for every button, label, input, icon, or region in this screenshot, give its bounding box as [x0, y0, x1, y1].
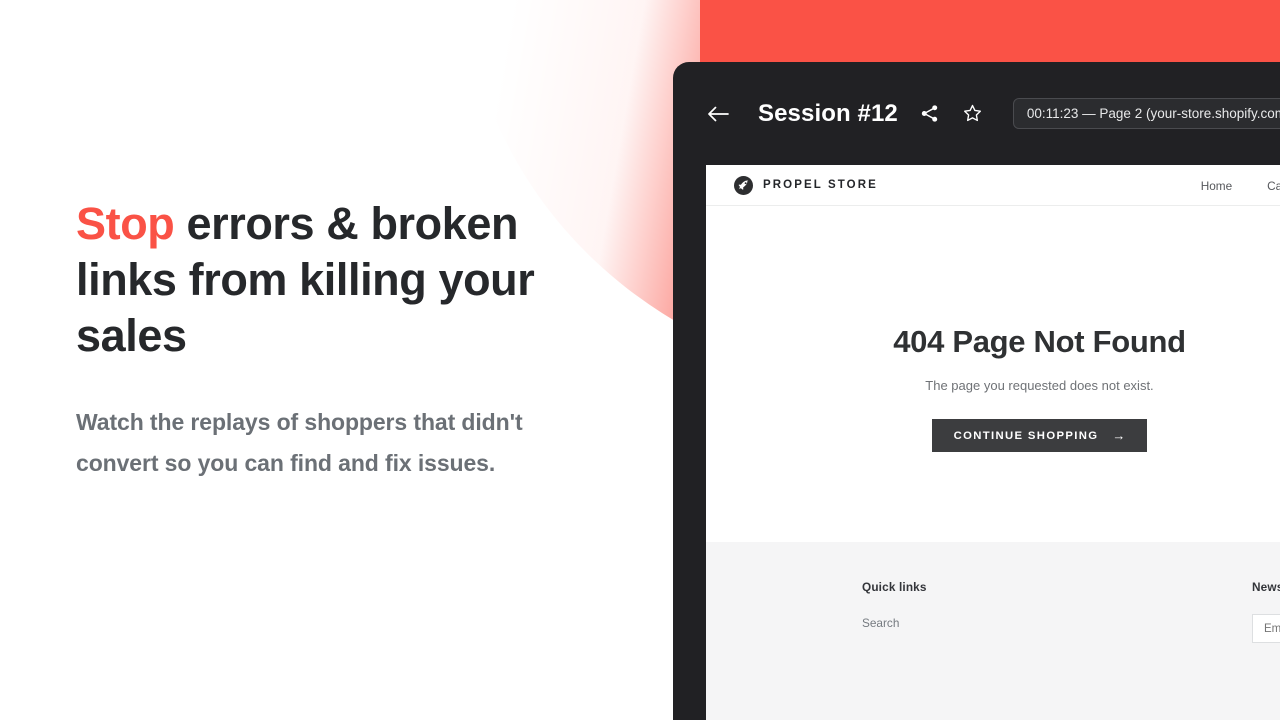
footer-quick-links-column: Quick links Search: [862, 580, 1252, 630]
marketing-subcopy: Watch the replays of shoppers that didn'…: [76, 409, 523, 476]
continue-shopping-button[interactable]: CONTINUE SHOPPING →: [931, 419, 1148, 453]
newsletter-email-input[interactable]: [1252, 614, 1280, 643]
footer-quick-links-heading: Quick links: [862, 580, 927, 594]
decorative-blob-bottom-left: [0, 566, 360, 720]
store-brand-name: PROPEL STORE: [763, 179, 878, 191]
error-page-content: 404 Page Not Found The page you requeste…: [706, 206, 1280, 542]
store-footer: Quick links Search Newsletter: [706, 542, 1280, 720]
session-replay-window: Session #12 00:11:23 — Page 2 (your-stor…: [673, 62, 1280, 720]
footer-link-search[interactable]: Search: [862, 616, 1252, 630]
store-header: PROPEL STORE Home Catalog Deals: [706, 165, 1280, 206]
marketing-copy: Stop errors & broken links from killing …: [76, 196, 606, 484]
store-nav-item-home[interactable]: Home: [1201, 179, 1232, 193]
store-brand[interactable]: PROPEL STORE: [734, 175, 878, 195]
replayed-page-viewport: PROPEL STORE Home Catalog Deals 404 Page…: [706, 165, 1280, 720]
store-nav-item-catalog[interactable]: Catalog: [1267, 179, 1280, 193]
error-subtitle: The page you requested does not exist.: [925, 378, 1154, 394]
session-title: Session #12: [758, 99, 898, 127]
footer-columns: Quick links Search Newsletter: [706, 580, 1280, 643]
footer-newsletter-column: Newsletter: [1252, 580, 1280, 643]
arrow-right-icon: →: [1112, 428, 1126, 444]
footer-newsletter-heading: Newsletter: [1252, 580, 1280, 594]
rocket-icon: [734, 175, 753, 195]
page-title: Stop errors & broken links from killing …: [76, 196, 606, 364]
share-icon[interactable]: [919, 103, 941, 125]
page-root: Stop errors & broken links from killing …: [0, 0, 1280, 720]
star-icon[interactable]: [962, 103, 984, 125]
arrow-left-icon[interactable]: [706, 101, 732, 127]
session-toolbar: Session #12 00:11:23 — Page 2 (your-stor…: [673, 62, 1280, 165]
headline-accent: Stop: [76, 198, 175, 249]
error-title: 404 Page Not Found: [893, 324, 1186, 359]
store-nav: Home Catalog Deals: [1201, 165, 1280, 206]
continue-shopping-label: CONTINUE SHOPPING: [953, 429, 1099, 442]
url-timestamp-pill[interactable]: 00:11:23 — Page 2 (your-store.shopify.co…: [1012, 98, 1280, 129]
